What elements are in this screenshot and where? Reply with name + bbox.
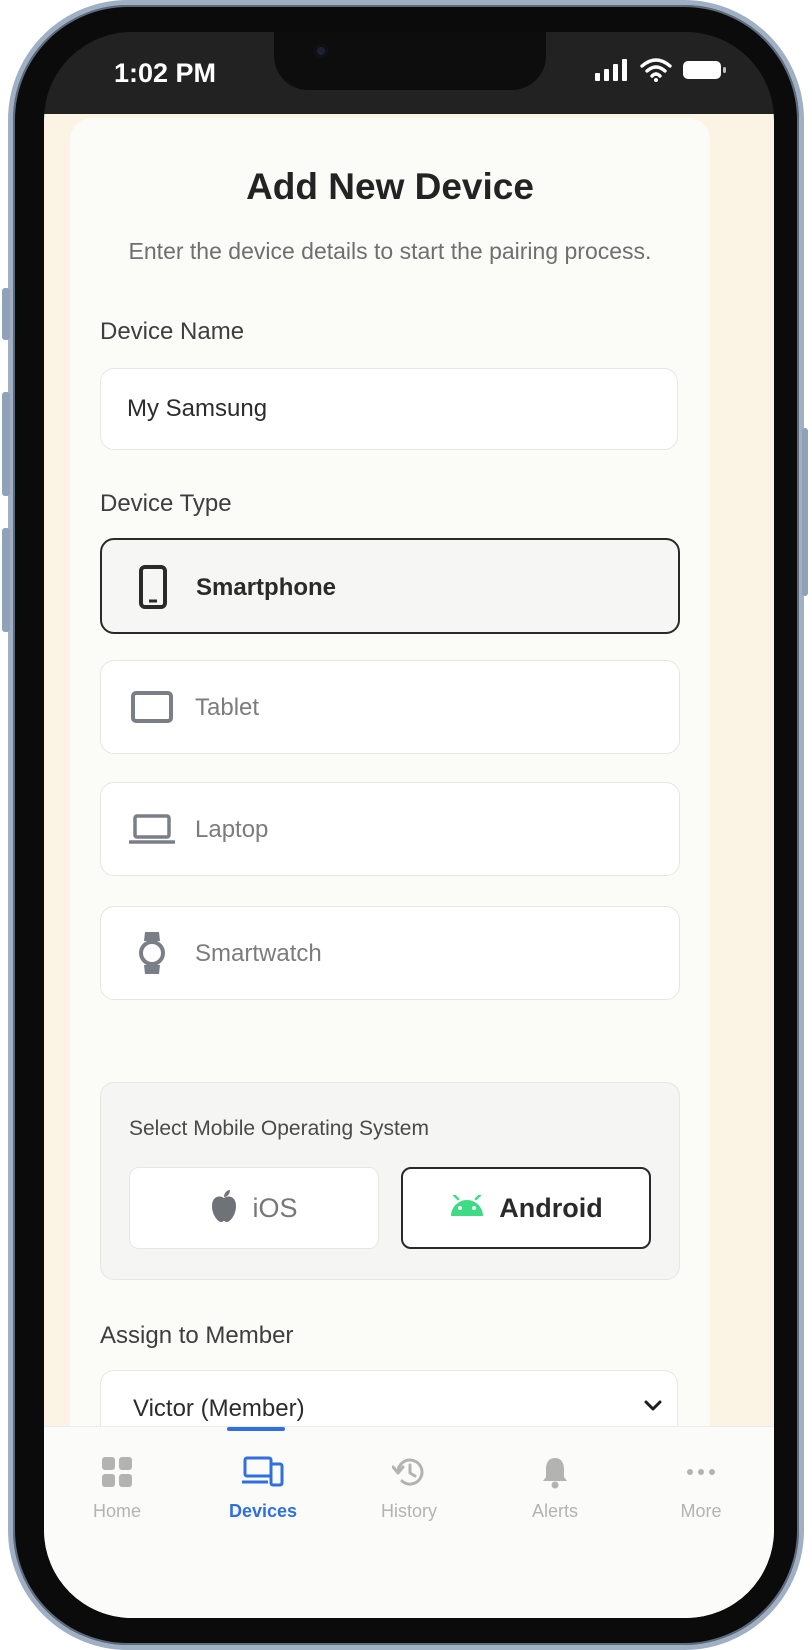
- status-bar: 1:02 PM: [44, 32, 774, 114]
- laptop-icon: [129, 806, 175, 852]
- nav-item-home[interactable]: Home: [44, 1427, 190, 1547]
- mute-switch: [2, 288, 10, 340]
- device-type-label: Device Type: [100, 490, 232, 517]
- device-type-option-smartphone[interactable]: Smartphone: [100, 538, 680, 634]
- tablet-icon: [129, 684, 175, 730]
- power-button: [802, 428, 808, 596]
- nav-label-alerts: Alerts: [531, 1501, 578, 1521]
- device-name-value: My Samsung: [127, 395, 268, 422]
- os-label-ios: iOS: [252, 1192, 298, 1223]
- device-type-label-smartwatch: Smartwatch: [195, 940, 322, 967]
- page-title: Add New Device: [246, 166, 534, 207]
- nav-label-history: History: [380, 1501, 437, 1521]
- status-icons: [594, 58, 728, 87]
- device-name-label: Device Name: [100, 318, 245, 345]
- assign-member-value: Victor (Member): [133, 1395, 305, 1422]
- device-type-option-laptop[interactable]: Laptop: [100, 782, 680, 876]
- os-selection-panel: Select Mobile Operating System iOS Andro…: [100, 1082, 680, 1280]
- signal-icon: [594, 58, 630, 87]
- add-device-form: Add New Device Enter the device details …: [70, 118, 710, 1458]
- smartwatch-icon: [129, 930, 175, 976]
- android-icon: [449, 1193, 485, 1222]
- os-panel-title: Select Mobile Operating System: [129, 1117, 429, 1140]
- page-subtitle: Enter the device details to start the pa…: [128, 238, 652, 264]
- nav-item-devices[interactable]: Devices: [190, 1427, 336, 1547]
- active-tab-indicator: [227, 1427, 285, 1431]
- wifi-icon: [640, 58, 672, 87]
- nav-label-home: Home: [92, 1501, 141, 1521]
- os-option-android[interactable]: Android: [401, 1167, 651, 1249]
- device-type-label-smartphone: Smartphone: [196, 574, 337, 601]
- device-type-option-smartwatch[interactable]: Smartwatch: [100, 906, 680, 1000]
- volume-up-button: [2, 392, 10, 496]
- nav-label-devices: Devices: [228, 1501, 298, 1521]
- devices-icon: [190, 1455, 336, 1487]
- assign-member-label: Assign to Member: [100, 1322, 294, 1349]
- history-icon: [336, 1455, 482, 1489]
- bottom-nav: Home Devices History Alerts More: [44, 1426, 774, 1618]
- device-type-option-tablet[interactable]: Tablet: [100, 660, 680, 754]
- os-label-android: Android: [499, 1192, 603, 1223]
- battery-icon: [682, 58, 728, 87]
- status-time: 1:02 PM: [114, 58, 217, 88]
- device-type-label-laptop: Laptop: [195, 816, 269, 843]
- device-name-input[interactable]: My Samsung: [100, 368, 678, 450]
- nav-label-more: More: [680, 1501, 722, 1521]
- nav-item-alerts[interactable]: Alerts: [482, 1427, 628, 1547]
- more-icon: [628, 1455, 774, 1489]
- front-camera: [314, 44, 328, 58]
- apple-icon: [210, 1189, 238, 1228]
- smartphone-icon: [130, 564, 176, 610]
- chevron-down-icon: [643, 1399, 663, 1418]
- bell-icon: [482, 1455, 628, 1489]
- notch: [274, 32, 546, 90]
- nav-item-history[interactable]: History: [336, 1427, 482, 1547]
- volume-down-button: [2, 528, 10, 632]
- phone-screen: 1:02 PM Add New Device Enter the device …: [44, 32, 774, 1618]
- nav-item-more[interactable]: More: [628, 1427, 774, 1547]
- device-type-label-tablet: Tablet: [195, 694, 260, 721]
- app-content: Add New Device Enter the device details …: [44, 114, 774, 1618]
- os-option-ios[interactable]: iOS: [129, 1167, 379, 1249]
- grid-icon: [44, 1455, 190, 1489]
